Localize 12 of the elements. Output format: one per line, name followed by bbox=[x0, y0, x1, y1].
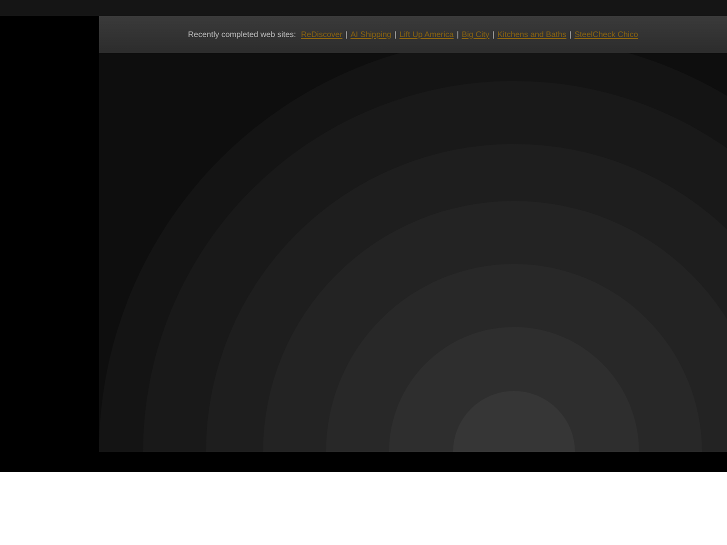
separator: | bbox=[345, 28, 348, 40]
site-link[interactable]: AI Shipping bbox=[350, 28, 392, 40]
site-link[interactable]: SteelCheck Chico bbox=[574, 28, 638, 40]
separator: | bbox=[394, 28, 396, 40]
site-link[interactable]: Kitchens and Baths bbox=[497, 28, 566, 40]
separator: | bbox=[456, 28, 459, 40]
separator: | bbox=[569, 28, 572, 40]
site-link[interactable]: Big City bbox=[462, 28, 490, 40]
separator: | bbox=[492, 28, 494, 40]
banner-label: Recently completed web sites: bbox=[188, 28, 296, 40]
site-link[interactable]: ReDiscover bbox=[301, 28, 342, 40]
site-link[interactable]: Lift Up America bbox=[399, 28, 454, 40]
